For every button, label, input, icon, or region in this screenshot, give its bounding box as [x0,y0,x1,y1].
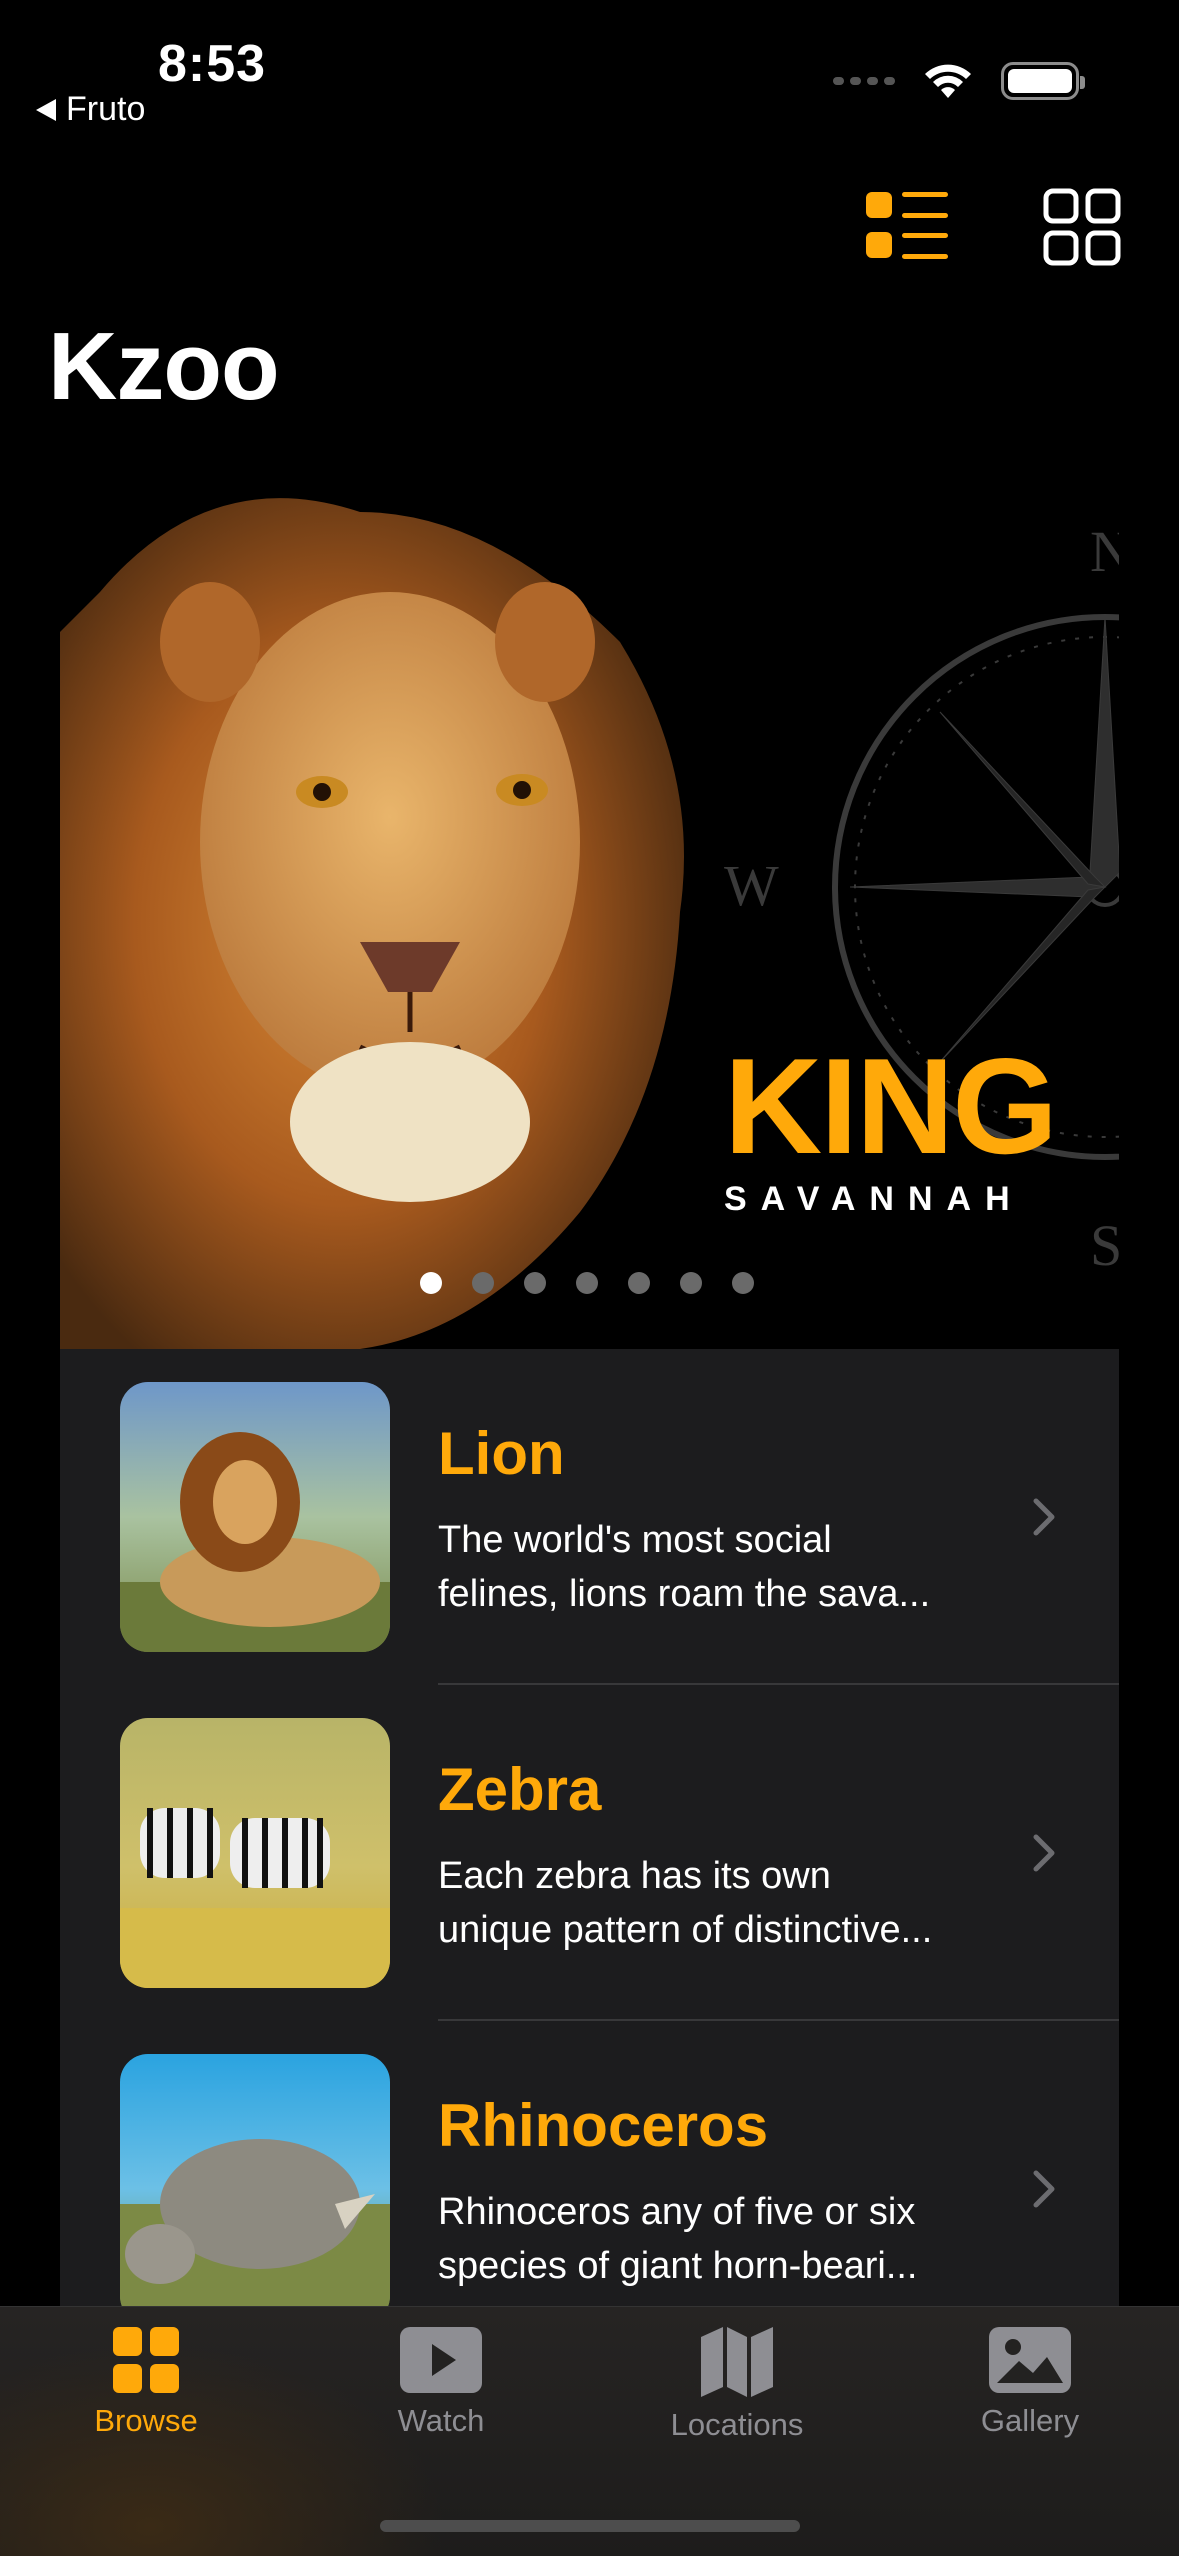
chevron-right-icon [1033,1498,1055,1536]
banner-subtitle: SAVANNAH [724,1180,1024,1218]
back-triangle-icon [36,98,56,121]
play-icon [400,2327,482,2393]
battery-icon [1001,62,1085,100]
tab-browse[interactable]: Browse [46,2327,246,2439]
chevron-right-icon [1033,1834,1055,1872]
grid-icon [113,2327,179,2393]
tab-label: Locations [670,2407,804,2442]
page-dot[interactable] [472,1272,494,1294]
status-indicators [833,62,1085,100]
animal-description: The world's most social felines, lions ro… [438,1519,931,1615]
page-dot[interactable] [576,1272,598,1294]
grid-view-toggle-icon[interactable] [1043,188,1121,266]
page-dot[interactable] [680,1272,702,1294]
lion-thumbnail [120,1382,390,1652]
compass-letter-w: W [724,853,779,918]
page-dot[interactable] [420,1272,442,1294]
tab-gallery[interactable]: Gallery [930,2327,1130,2439]
animal-name: Rhinoceros [438,2092,769,2159]
compass-letter-n: N [1090,519,1119,584]
banner-title: KING [724,1030,1058,1182]
compass-letter-s: S [1090,1213,1119,1278]
animal-description: Rhinoceros any of five or six species of … [438,2191,918,2287]
map-icon [701,2327,773,2397]
rhinoceros-thumbnail [120,2054,390,2324]
back-app-label: Fruto [66,90,146,128]
animal-list: Lion The world's most social felines, lio… [60,1349,1119,2409]
page-dot[interactable] [628,1272,650,1294]
home-indicator[interactable] [380,2520,800,2532]
back-to-app-button[interactable]: Fruto [36,90,145,129]
page-title: Kzoo [48,313,280,420]
photo-icon [989,2327,1071,2393]
banner-page-indicator[interactable] [420,1272,754,1294]
chevron-right-icon [1033,2170,1055,2208]
animal-row-zebra[interactable]: Zebra Each zebra has its own unique patte… [60,1685,1119,2021]
featured-banner[interactable]: N W S KING SAVANNAH [60,472,1119,1349]
tab-label: Watch [397,2403,485,2438]
animal-name: Lion [438,1420,565,1487]
cellular-signal-icon [833,77,895,85]
tab-label: Browse [94,2403,198,2438]
tab-watch[interactable]: Watch [341,2327,541,2439]
animal-description: Each zebra has its own unique pattern of … [438,1855,933,1951]
status-time: 8:53 [158,35,267,93]
animal-name: Zebra [438,1756,602,1823]
tab-bar: Browse Watch Locations Gallery [0,2306,1179,2556]
page-dot[interactable] [524,1272,546,1294]
animal-row-lion[interactable]: Lion The world's most social felines, lio… [60,1349,1119,1685]
list-view-toggle-icon[interactable] [864,188,950,264]
tab-locations[interactable]: Locations [637,2327,837,2443]
tab-label: Gallery [980,2403,1080,2438]
wifi-icon [925,64,971,98]
zebra-thumbnail [120,1718,390,1988]
page-dot[interactable] [732,1272,754,1294]
